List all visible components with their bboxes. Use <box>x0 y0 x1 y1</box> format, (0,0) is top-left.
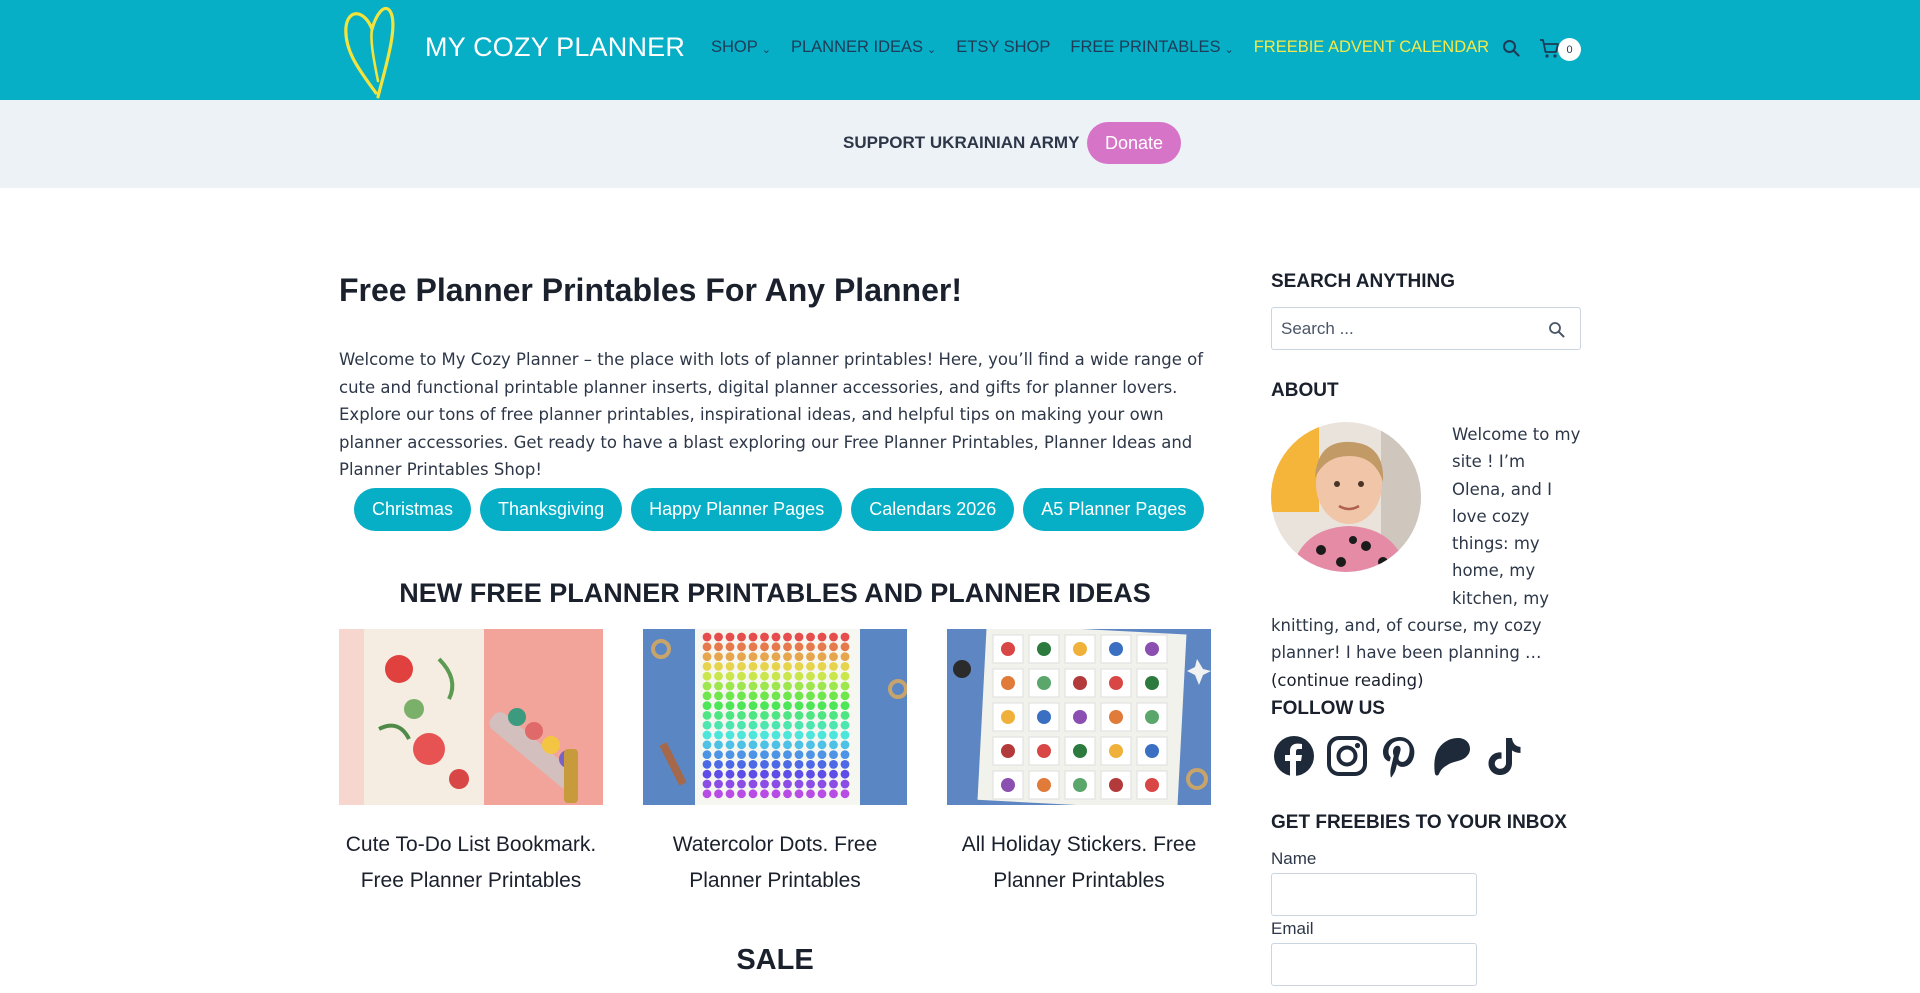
nav-item-label: PLANNER IDEAS <box>790 38 924 56</box>
nav-item-freebie-advent-calendar[interactable]: FREEBIE ADVENT CALENDAR <box>1254 38 1489 57</box>
nav-item-label: SHOP <box>711 38 758 56</box>
card-title-holiday-stickers[interactable]: All Holiday Stickers. Free Planner Print… <box>947 827 1211 899</box>
search-icon[interactable] <box>1548 321 1565 338</box>
email-field[interactable] <box>1271 943 1477 986</box>
logo[interactable]: MY COZY PLANNER <box>340 0 685 100</box>
logo-text[interactable]: MY COZY PLANNER <box>425 32 685 63</box>
site-header: MY COZY PLANNER SHOP ⌄ PLANNER IDEAS ⌄ E… <box>0 0 1920 100</box>
sale-title: SALE <box>736 944 814 976</box>
pill-thanksgiving[interactable]: Thanksgiving <box>480 488 623 531</box>
chevron-down-icon: ⌄ <box>927 43 937 56</box>
nav-item-label: ETSY SHOP <box>956 38 1051 56</box>
search-heading: SEARCH ANYTHING <box>1271 271 1456 292</box>
nav-item-shop[interactable]: SHOP ⌄ <box>711 38 771 57</box>
pill-happy-planner-pages[interactable]: Happy Planner Pages <box>631 488 843 531</box>
card-image-bookmark[interactable] <box>339 629 603 805</box>
pill-calendars-2026[interactable]: Calendars 2026 <box>851 488 1015 531</box>
cart-count-badge[interactable]: 0 <box>1558 38 1581 61</box>
sidebar-search <box>1271 307 1581 350</box>
page-title: Free Planner Printables For Any Planner! <box>339 272 962 308</box>
instagram-icon[interactable] <box>1325 734 1369 778</box>
chevron-down-icon: ⌄ <box>1224 43 1234 56</box>
about-text: Welcome to my site ! I’m Olena, and I lo… <box>1271 421 1581 694</box>
nav-item-free-printables[interactable]: FREE PRINTABLES ⌄ <box>1070 38 1233 57</box>
email-label: Email <box>1271 919 1314 938</box>
section-title: NEW FREE PLANNER PRINTABLES AND PLANNER … <box>399 578 1151 608</box>
chevron-down-icon: ⌄ <box>761 43 771 56</box>
tiktok-icon[interactable] <box>1482 734 1526 778</box>
pinterest-icon[interactable] <box>1377 734 1421 778</box>
nav-item-planner-ideas[interactable]: PLANNER IDEAS ⌄ <box>791 38 936 57</box>
about-heading: ABOUT <box>1271 380 1339 401</box>
card-title-watercolor-dots[interactable]: Watercolor Dots. Free Planner Printables <box>643 827 907 899</box>
card-title-bookmark[interactable]: Cute To-Do List Bookmark. Free Planner P… <box>339 827 603 899</box>
nav-item-etsy-shop[interactable]: ETSY SHOP <box>956 38 1050 57</box>
card-image-holiday-stickers[interactable] <box>947 629 1211 805</box>
follow-heading: FOLLOW US <box>1271 698 1385 719</box>
heart-logo-icon <box>344 6 395 99</box>
card-image-watercolor-dots[interactable] <box>643 629 907 805</box>
pill-a5-planner-pages[interactable]: A5 Planner Pages <box>1023 488 1205 531</box>
nav-item-label: FREEBIE ADVENT CALENDAR <box>1253 38 1490 56</box>
pill-christmas[interactable]: Christmas <box>354 488 472 531</box>
intro-text: Welcome to My Cozy Planner – the place w… <box>339 350 1204 479</box>
category-pills: Christmas Thanksgiving Happy Planner Pag… <box>354 488 1213 531</box>
donate-button[interactable]: Donate <box>1087 122 1181 164</box>
patreon-icon[interactable] <box>1430 734 1474 778</box>
freebies-heading: GET FREEBIES TO YOUR INBOX <box>1271 812 1567 833</box>
nav-item-label: FREE PRINTABLES <box>1070 38 1221 56</box>
continue-reading-link[interactable]: (continue reading) <box>1271 671 1424 690</box>
name-label: Name <box>1271 849 1317 868</box>
search-input[interactable] <box>1272 308 1532 349</box>
facebook-icon[interactable] <box>1272 734 1316 778</box>
search-icon[interactable] <box>1502 39 1520 57</box>
main-nav: SHOP ⌄ PLANNER IDEAS ⌄ ETSY SHOP FREE PR… <box>711 38 1509 57</box>
name-field[interactable] <box>1271 873 1477 916</box>
support-text: SUPPORT UKRAINIAN ARMY <box>843 133 1080 152</box>
